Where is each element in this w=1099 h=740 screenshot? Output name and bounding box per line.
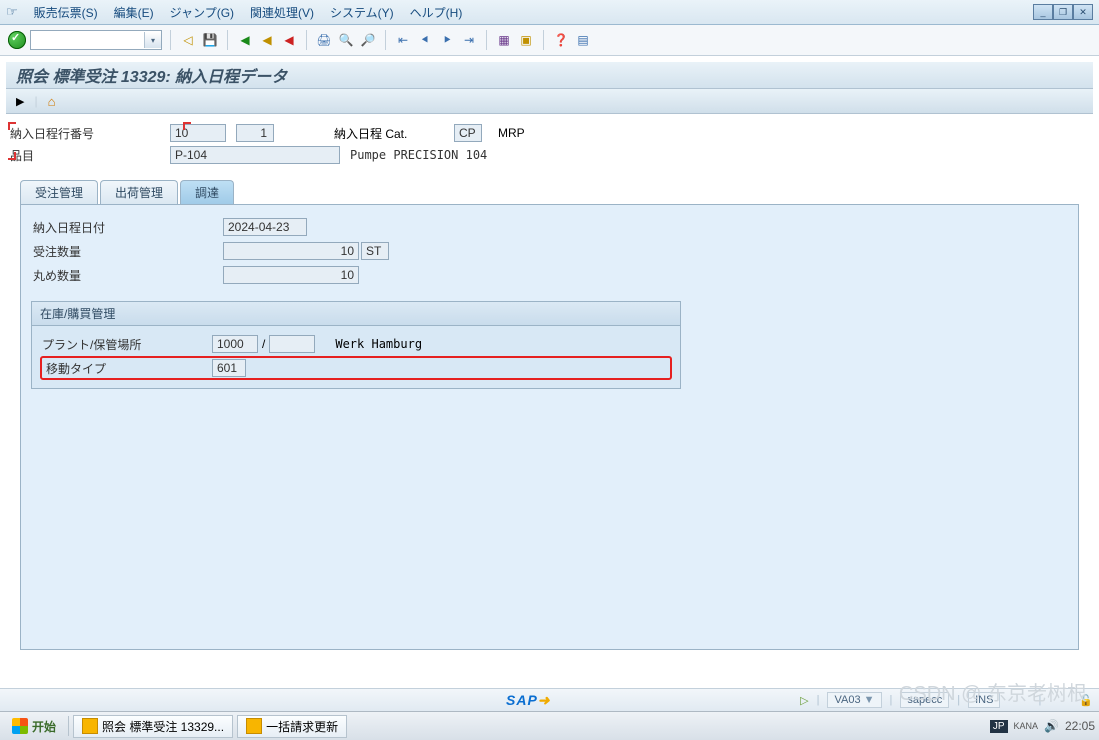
- nav-exit-icon[interactable]: ◀: [258, 31, 276, 49]
- status-nav-arrow-icon[interactable]: ▷: [800, 694, 808, 707]
- nav-back-icon[interactable]: ◀: [236, 31, 254, 49]
- toolbar-separator: [486, 30, 487, 50]
- menu-system-icon[interactable]: ☞: [6, 4, 18, 20]
- movement-type-row-highlight: 移動タイプ: [40, 356, 672, 380]
- os-taskbar: 开始 照会 標準受注 13329... 一括請求更新 JP KANA 🔊 22:…: [0, 711, 1099, 740]
- next-page-icon[interactable]: ⯈: [438, 31, 456, 49]
- status-tcode: VA03 ▼: [827, 692, 881, 708]
- menu-sales-doc[interactable]: 販売伝票(S): [34, 4, 98, 21]
- new-session-icon[interactable]: ▦: [495, 31, 513, 49]
- header-field-area: 納入日程行番号 納入日程 Cat. MRP 品目 Pumpe PRECISION…: [6, 122, 1093, 166]
- home-icon[interactable]: ⌂: [48, 94, 56, 109]
- taskbar-item-label: 照会 標準受注 13329...: [102, 718, 224, 735]
- first-page-icon[interactable]: ⇤: [394, 31, 412, 49]
- procurement-panel: 納入日程日付 受注数量 丸め数量 在庫/購買管理 プラント/保管場所 / Wer…: [20, 204, 1079, 650]
- start-button[interactable]: 开始: [4, 716, 64, 737]
- sched-line-no-field1[interactable]: [170, 124, 226, 142]
- find-icon[interactable]: 🔍: [337, 31, 355, 49]
- plant-storloc-label: プラント/保管場所: [40, 336, 212, 353]
- plant-separator: /: [258, 337, 269, 351]
- toolbar-separator: [543, 30, 544, 50]
- shortcut-icon[interactable]: ▣: [517, 31, 535, 49]
- status-insert-mode: INS: [968, 692, 1000, 708]
- storage-location-field[interactable]: [269, 335, 315, 353]
- menu-bar: ☞ 販売伝票(S) 編集(E) ジャンプ(G) 関連処理(V) システム(Y) …: [0, 0, 1099, 25]
- sched-line-no-label: 納入日程行番号: [6, 125, 170, 142]
- sap-task-icon: [82, 718, 98, 734]
- status-bar: SAP➜ ▷ | VA03 ▼ | sapecc | INS | 🔓: [0, 688, 1099, 711]
- tab-procurement[interactable]: 調達: [180, 180, 234, 204]
- movement-type-field[interactable]: [212, 359, 246, 377]
- order-qty-unit-field[interactable]: [361, 242, 389, 260]
- taskbar-item-sap1[interactable]: 照会 標準受注 13329...: [73, 715, 233, 738]
- delivery-date-field[interactable]: [223, 218, 307, 236]
- window-controls: _ ❐ ✕: [1033, 4, 1093, 20]
- windows-logo-icon: [12, 718, 28, 734]
- sched-cat-label: 納入日程 Cat.: [334, 125, 454, 142]
- movement-type-label: 移動タイプ: [44, 360, 212, 377]
- sched-line-no-field2[interactable]: [236, 124, 274, 142]
- close-button[interactable]: ✕: [1073, 4, 1093, 20]
- round-qty-label: 丸め数量: [31, 267, 223, 284]
- expand-icon[interactable]: ▶: [16, 95, 24, 108]
- minimize-button[interactable]: _: [1033, 4, 1053, 20]
- sched-cat-field[interactable]: [454, 124, 482, 142]
- command-field-arrow-icon[interactable]: ▾: [144, 32, 161, 48]
- order-qty-label: 受注数量: [31, 243, 223, 260]
- last-page-icon[interactable]: ⇥: [460, 31, 478, 49]
- help-icon[interactable]: ❓: [552, 31, 570, 49]
- app-toolbar: ▶ | ⌂: [6, 89, 1093, 114]
- maximize-button[interactable]: ❐: [1053, 4, 1073, 20]
- round-qty-field[interactable]: [223, 266, 359, 284]
- toolbar-separator: [306, 30, 307, 50]
- order-qty-field[interactable]: [223, 242, 359, 260]
- item-text: Pumpe PRECISION 104: [350, 148, 487, 162]
- command-field[interactable]: ▾: [30, 30, 162, 50]
- taskbar-item-sap2[interactable]: 一括請求更新: [237, 715, 347, 738]
- menu-help[interactable]: ヘルプ(H): [410, 4, 463, 21]
- status-system: sapecc: [900, 692, 949, 708]
- item-label: 品目: [6, 147, 170, 164]
- prev-page-icon[interactable]: ⯇: [416, 31, 434, 49]
- screen-title: 照会 標準受注 13329: 納入日程データ: [6, 62, 1093, 89]
- menu-goto[interactable]: ジャンプ(G): [170, 4, 234, 21]
- toolbar-separator: [385, 30, 386, 50]
- menu-system[interactable]: システム(Y): [330, 4, 394, 21]
- tab-shipping-mgmt[interactable]: 出荷管理: [100, 180, 178, 204]
- status-lock-icon: 🔓: [1079, 694, 1093, 707]
- tab-order-mgmt[interactable]: 受注管理: [20, 180, 98, 204]
- menu-extras[interactable]: 関連処理(V): [250, 4, 314, 21]
- toolbar-separator: [227, 30, 228, 50]
- find-next-icon[interactable]: 🔎: [359, 31, 377, 49]
- back-icon[interactable]: ◁: [179, 31, 197, 49]
- item-field[interactable]: [170, 146, 340, 164]
- sap-logo: SAP➜: [506, 692, 551, 709]
- nav-cancel-icon[interactable]: ◀: [280, 31, 298, 49]
- taskbar-item-label: 一括請求更新: [266, 718, 338, 735]
- tray-volume-icon[interactable]: 🔊: [1044, 719, 1059, 733]
- standard-toolbar: ▾ ◁ 💾 ◀ ◀ ◀ 🖨 🔍 🔎 ⇤ ⯇ ⯈ ⇥ ▦ ▣ ❓ ▤: [0, 25, 1099, 56]
- ime-kana-indicator[interactable]: KANA: [1014, 721, 1039, 731]
- toolbar-separator: [170, 30, 171, 50]
- ime-lang-indicator[interactable]: JP: [990, 720, 1008, 733]
- sap-task-icon: [246, 718, 262, 734]
- layout-icon[interactable]: ▤: [574, 31, 592, 49]
- delivery-date-label: 納入日程日付: [31, 219, 223, 236]
- stock-purchase-header: 在庫/購買管理: [32, 302, 680, 326]
- sched-cat-text: MRP: [498, 126, 525, 140]
- menu-edit[interactable]: 編集(E): [114, 4, 154, 21]
- tab-bar: 受注管理 出荷管理 調達: [20, 180, 1079, 204]
- print-icon[interactable]: 🖨: [315, 31, 333, 49]
- plant-field[interactable]: [212, 335, 258, 353]
- tray-clock: 22:05: [1065, 719, 1095, 733]
- stock-purchase-groupbox: 在庫/購買管理 プラント/保管場所 / Werk Hamburg 移動タイプ: [31, 301, 681, 389]
- enter-ok-button[interactable]: [8, 31, 26, 49]
- system-tray: JP KANA 🔊 22:05: [990, 719, 1095, 733]
- save-icon[interactable]: 💾: [201, 31, 219, 49]
- start-label: 开始: [32, 718, 56, 735]
- plant-text: Werk Hamburg: [335, 337, 422, 351]
